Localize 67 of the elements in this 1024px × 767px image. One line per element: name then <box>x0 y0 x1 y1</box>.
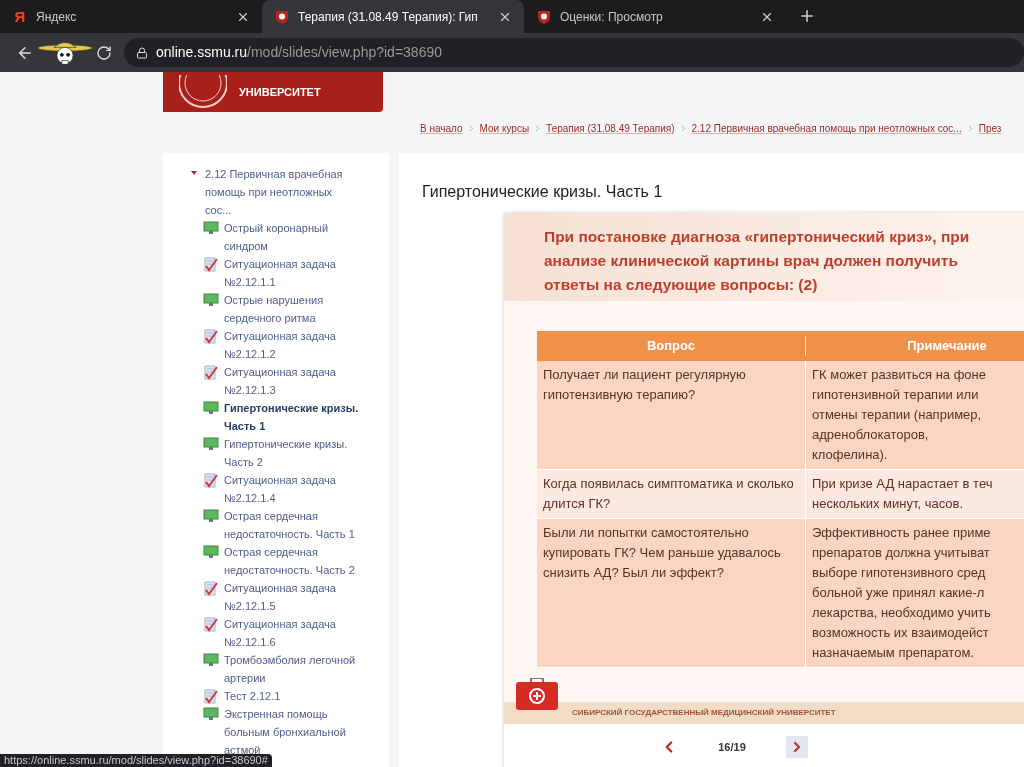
activity-link[interactable]: Ситуационная задача №2.12.1.3 <box>224 363 374 399</box>
activity-link[interactable]: Ситуационная задача №2.12.1.4 <box>224 471 374 507</box>
column-header: Примечание <box>906 337 988 356</box>
tab-title: Оценки: Просмотр <box>560 8 664 26</box>
page-title: Гипертонические кризы. Часть 1 <box>422 182 664 202</box>
table-cell: Были ли попытки самостоятельно купировать ГК? Чем раньше удавалось снизить АД? Был ли эффект? <box>537 519 806 667</box>
monitor-icon <box>203 545 219 559</box>
breadcrumb-link[interactable]: 2.12 Первичная врачебная помощь при неотложных сос... <box>691 120 962 136</box>
checklist-icon <box>203 365 219 380</box>
shield-icon <box>274 8 290 25</box>
monitor-icon <box>203 221 219 235</box>
breadcrumb-link[interactable]: Мои курсы <box>479 120 530 136</box>
activity-link[interactable]: Ситуационная задача №2.12.1.1 <box>224 255 374 291</box>
monitor-icon <box>203 653 219 667</box>
page-counter: 16/19 <box>718 739 746 755</box>
monitor-icon <box>203 401 219 415</box>
activity-link[interactable]: Острая сердечная недостаточность. Часть 1 <box>224 507 374 543</box>
url-field[interactable]: online.ssmu.ru/mod/slides/view.php?id=38690 <box>124 38 1024 67</box>
activity-link[interactable]: Гипертонические кризы. Часть 1 <box>224 399 374 435</box>
shield-icon <box>536 8 552 25</box>
new-tab-icon[interactable] <box>798 7 816 25</box>
table-cell-text: ГК может развиться на фоне гипотензивной терапии или отмены терапии (например, адреноблокаторов, клофелина). <box>811 366 987 464</box>
tab-title: Терапия (31.08.49 Терапия): Гип <box>298 8 479 26</box>
checklist-icon <box>203 689 219 704</box>
url-text: online.ssmu.ru/mod/slides/view.php?id=38690 <box>156 43 442 62</box>
logo-text: УНИВЕРСИТЕТ <box>239 84 321 100</box>
table-cell-text: Эффективность ранее приме препаратов должна учитыват выборе гипотензивного сред больной уже принял какие-л лекарства, необходимо учить возможность их взаимодейст назначаемым препаратом. <box>811 524 992 662</box>
activity-link[interactable]: Острый коронарный синдром <box>224 219 374 255</box>
monitor-icon <box>203 509 219 523</box>
column-header: Вопрос <box>537 336 806 356</box>
activity-link[interactable]: Острые нарушения сердечного ритма <box>224 291 374 327</box>
next-button[interactable] <box>785 736 808 758</box>
footer-text: СИБИРСКИЙ ГОСУДАРСТВЕННЫЙ МЕДИЦИНСКИЙ УНИВЕРСИТЕТ <box>572 707 836 719</box>
checklist-icon <box>203 473 219 488</box>
tab-title: Яндекс <box>36 8 78 26</box>
checklist-icon <box>203 617 219 632</box>
yandex-icon: Я <box>12 9 28 24</box>
activity-link[interactable]: Ситуационная задача №2.12.1.2 <box>224 327 374 363</box>
activity-link[interactable]: Ситуационная задача №2.12.1.5 <box>224 579 374 615</box>
reload-icon[interactable] <box>96 44 112 61</box>
browser-tab[interactable]: Оценки: Просмотр <box>524 0 786 33</box>
lock-icon <box>136 46 148 59</box>
activity-link[interactable]: Острая сердечная недостаточность. Часть 2 <box>224 543 374 579</box>
status-bar-url: https://online.ssmu.ru/mod/slides/view.php?id=38690# <box>0 754 272 767</box>
monitor-icon <box>203 293 219 307</box>
activity-link[interactable]: Тромбоэмболия легочной артерии <box>224 651 374 687</box>
activity-link[interactable]: Тест 2.12.1 <box>224 687 374 705</box>
table-cell: Получает ли пациент регулярную гипотензивную терапию? <box>537 361 806 469</box>
checklist-icon <box>203 329 219 344</box>
table-cell: Когда появилась симптоматика и сколько длится ГК? <box>537 470 806 518</box>
first-aid-kit-icon <box>516 678 558 710</box>
monitor-icon <box>203 707 219 721</box>
browser-tab[interactable]: Я Яндекс <box>0 0 262 33</box>
breadcrumb-link[interactable]: През <box>978 120 1002 136</box>
checklist-icon <box>203 257 219 272</box>
slide-heading: При постановке диагноза «гипертонический криз», при анализе клинической картины врач должен получить ответы на следующие вопросы: (2) <box>544 227 971 295</box>
emblem-icon <box>179 75 227 109</box>
activity-link[interactable]: Ситуационная задача №2.12.1.6 <box>224 615 374 651</box>
monitor-icon <box>203 437 219 451</box>
breadcrumb-link[interactable]: В начало <box>420 120 463 136</box>
browser-tab[interactable]: Терапия (31.08.49 Терапия): Гип <box>262 0 524 33</box>
table-cell-text: При кризе АД нарастает в теч нескольких минут, часов. <box>811 475 994 513</box>
breadcrumb-link[interactable]: Терапия (31.08.49 Терапия) <box>546 120 675 136</box>
activity-link[interactable]: Гипертонические кризы. Часть 2 <box>224 435 374 471</box>
checklist-icon <box>203 581 219 596</box>
section-link[interactable]: 2.12 Первичная врачебная помощь при неотложных сос... <box>205 165 350 219</box>
expand-triangle-icon[interactable] <box>191 171 197 175</box>
